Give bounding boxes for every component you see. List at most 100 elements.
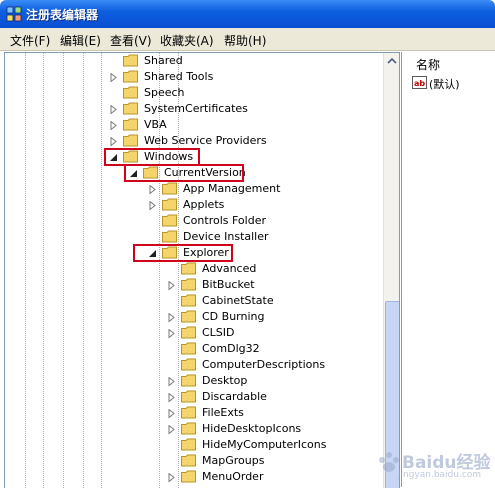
menu-favorites[interactable]: 收藏夹(A) xyxy=(160,32,214,49)
tree-item-label: CD Burning xyxy=(202,310,265,323)
tree-item-label: HideMyComputerIcons xyxy=(202,438,327,451)
folder-icon xyxy=(181,342,196,355)
tree-item[interactable]: HideMyComputerIcons xyxy=(5,437,380,453)
folder-icon xyxy=(181,422,196,435)
tree-item[interactable]: FileExts xyxy=(5,405,380,421)
folder-icon xyxy=(181,406,196,419)
tree-item-label: ComputerDescriptions xyxy=(202,358,326,371)
tree-item[interactable]: Desktop xyxy=(5,373,380,389)
tree-item-label: MenuOrder xyxy=(202,470,264,483)
tree-item[interactable]: HideDesktopIcons xyxy=(5,421,380,437)
tree-item[interactable]: CabinetState xyxy=(5,293,380,309)
menu-file[interactable]: 文件(F) xyxy=(10,32,50,49)
menu-edit[interactable]: 编辑(E) xyxy=(60,32,101,49)
folder-icon xyxy=(181,470,196,483)
tree-item-label: VBA xyxy=(144,118,167,131)
title-bar: 注册表编辑器 xyxy=(0,0,495,28)
folder-icon xyxy=(181,262,196,275)
expand-arrow-icon[interactable] xyxy=(109,73,118,82)
expand-arrow-icon[interactable] xyxy=(109,137,118,146)
tree-item[interactable]: MapGroups xyxy=(5,453,380,469)
folder-icon xyxy=(181,390,196,403)
tree-item-label: Speech xyxy=(144,86,185,99)
tree-item[interactable]: Controls Folder xyxy=(5,213,380,229)
tree-item-label: CabinetState xyxy=(202,294,274,307)
expand-arrow-icon[interactable] xyxy=(167,377,176,386)
expand-arrow-icon[interactable] xyxy=(167,393,176,402)
baidu-watermark: Baidu经验 jingyan.baidu.com xyxy=(368,440,492,485)
tree-item[interactable]: Shared Tools xyxy=(5,69,380,85)
tree-item-label: Advanced xyxy=(202,262,257,275)
tree-item[interactable]: BitBucket xyxy=(5,277,380,293)
tree-item[interactable]: Device Installer xyxy=(5,229,380,245)
menu-help[interactable]: 帮助(H) xyxy=(224,32,266,49)
scroll-up-arrow-icon[interactable] xyxy=(384,53,400,69)
tree-item-label: FileExts xyxy=(202,406,244,419)
menu-view[interactable]: 查看(V) xyxy=(110,32,152,49)
tree-item[interactable]: Discardable xyxy=(5,389,380,405)
expand-arrow-icon[interactable] xyxy=(167,281,176,290)
tree-item[interactable]: ComDlg32 xyxy=(5,341,380,357)
tree-item-label: Desktop xyxy=(202,374,248,387)
tree-item-label: Applets xyxy=(183,198,225,211)
tree-item[interactable]: CD Burning xyxy=(5,309,380,325)
tree-item-label: Discardable xyxy=(202,390,267,403)
registry-tree-pane[interactable]: Shared Shared Tools Speech SystemCertificat… xyxy=(4,52,400,488)
expand-arrow-icon[interactable] xyxy=(167,473,176,482)
folder-icon xyxy=(181,326,196,339)
values-pane[interactable]: 名称 ab (默认) xyxy=(401,52,495,487)
menu-bar: 文件(F) 编辑(E) 查看(V) 收藏夹(A) 帮助(H) xyxy=(0,28,495,51)
folder-icon xyxy=(181,374,196,387)
highlight-box xyxy=(124,164,244,182)
expand-arrow-icon[interactable] xyxy=(167,409,176,418)
tree-vertical-scrollbar[interactable] xyxy=(383,53,400,488)
expand-arrow-icon[interactable] xyxy=(148,185,157,194)
column-header-name[interactable]: 名称 xyxy=(416,56,440,73)
tree-item[interactable]: SystemCertificates xyxy=(5,101,380,117)
folder-icon xyxy=(181,278,196,291)
tree-item[interactable]: Web Service Providers xyxy=(5,133,380,149)
folder-icon xyxy=(162,230,177,243)
folder-icon xyxy=(181,438,196,451)
tree-item-label: Shared Tools xyxy=(144,70,214,83)
folder-icon xyxy=(181,454,196,467)
svg-text:ab: ab xyxy=(414,79,425,88)
expand-arrow-icon[interactable] xyxy=(167,425,176,434)
tree-item-label: ComDlg32 xyxy=(202,342,260,355)
expand-arrow-icon[interactable] xyxy=(148,201,157,210)
window-title: 注册表编辑器 xyxy=(26,8,99,22)
tree-item-label: Device Installer xyxy=(183,230,269,243)
folder-icon xyxy=(123,70,138,83)
folder-icon xyxy=(123,54,138,67)
tree-item-label: SystemCertificates xyxy=(144,102,248,115)
tree-item[interactable]: CLSID xyxy=(5,325,380,341)
tree-item-label: Controls Folder xyxy=(183,214,266,227)
tree-item[interactable]: ComputerDescriptions xyxy=(5,357,380,373)
folder-icon xyxy=(123,118,138,131)
tree-item-label: MapGroups xyxy=(202,454,265,467)
string-value-icon: ab xyxy=(412,76,427,89)
value-default[interactable]: (默认) xyxy=(429,76,460,92)
folder-icon xyxy=(181,294,196,307)
tree-item[interactable]: VBA xyxy=(5,117,380,133)
expand-arrow-icon[interactable] xyxy=(167,313,176,322)
folder-icon xyxy=(123,102,138,115)
expand-arrow-icon[interactable] xyxy=(167,329,176,338)
folder-icon xyxy=(181,358,196,371)
tree-item[interactable]: Speech xyxy=(5,85,380,101)
folder-icon xyxy=(162,182,177,195)
expand-arrow-icon[interactable] xyxy=(109,105,118,114)
folder-icon xyxy=(123,134,138,147)
highlight-box xyxy=(133,244,233,262)
tree-item-label: HideDesktopIcons xyxy=(202,422,302,435)
tree-item[interactable]: MenuOrder xyxy=(5,469,380,485)
folder-icon xyxy=(123,86,138,99)
tree-item[interactable]: Advanced xyxy=(5,261,380,277)
expand-arrow-icon[interactable] xyxy=(109,121,118,130)
tree-item[interactable]: App Management xyxy=(5,181,380,197)
tree-item[interactable]: Shared xyxy=(5,53,380,69)
tree-item-label: App Management xyxy=(183,182,281,195)
tree-item[interactable]: Applets xyxy=(5,197,380,213)
folder-icon xyxy=(162,198,177,211)
regedit-icon xyxy=(6,6,22,22)
